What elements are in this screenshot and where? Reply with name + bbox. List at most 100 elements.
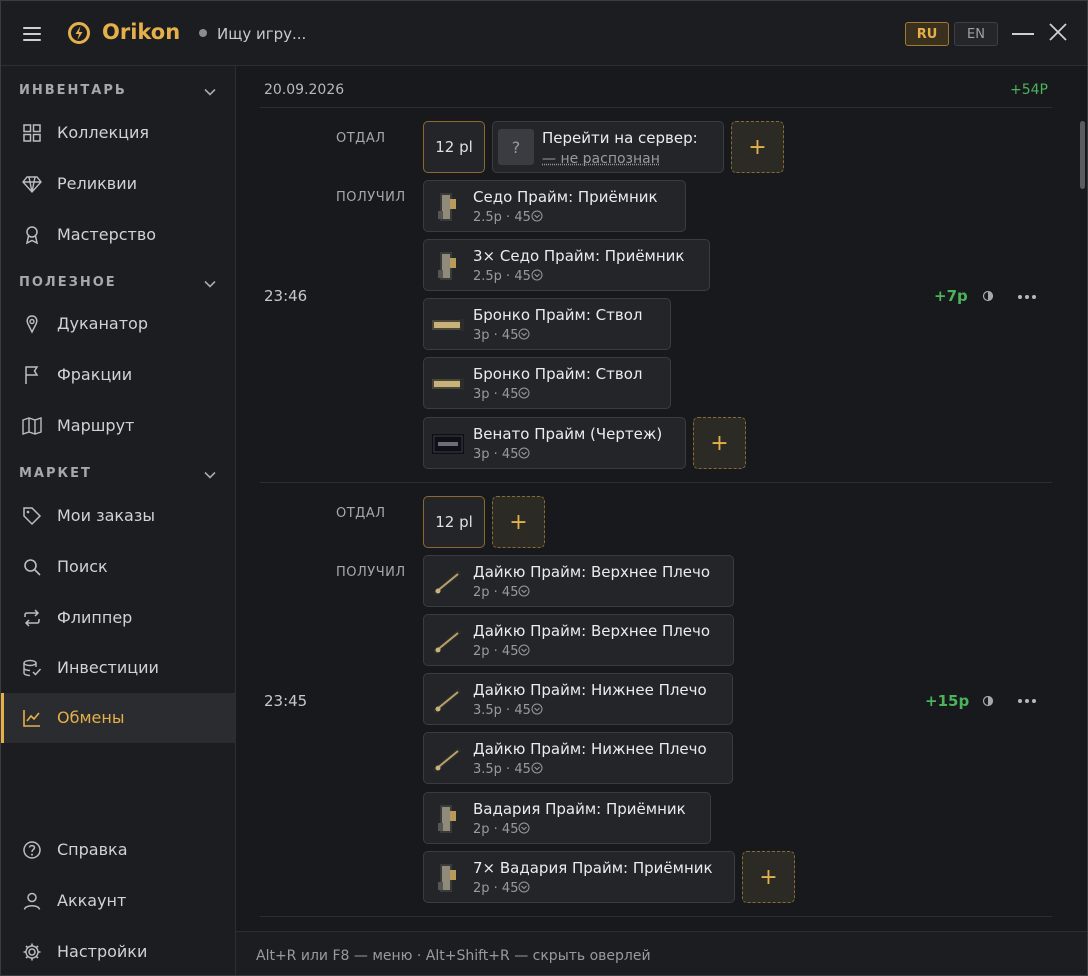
item-card[interactable]: 7× Вадария Прайм: Приёмник 2р · 45 — [423, 851, 735, 903]
plat-chip[interactable]: 12 pl — [423, 496, 485, 548]
logo-icon — [68, 22, 90, 44]
section-inventory[interactable]: ИНВЕНТАРЬ — [19, 83, 219, 103]
sidebar-item-flipper[interactable]: Флиппер — [1, 593, 235, 643]
mastery-rank-icon — [518, 387, 530, 399]
barrel-part-icon — [432, 319, 464, 331]
section-useful[interactable]: ПОЛЕЗНОЕ — [19, 275, 219, 295]
got-label: ПОЛУЧИЛ — [336, 190, 406, 205]
sidebar-item-settings[interactable]: Настройки — [1, 927, 235, 975]
mastery-rank-icon — [518, 822, 530, 834]
close-icon[interactable] — [1048, 22, 1068, 42]
item-card[interactable]: 3× Седо Прайм: Приёмник 2.5р · 45 — [423, 239, 710, 291]
item-meta: 2р · 45 — [473, 822, 530, 837]
sidebar-item-factions[interactable]: Фракции — [1, 350, 235, 400]
hotkey-hint: Alt+R или F8 — меню · Alt+Shift+R — скры… — [256, 948, 651, 964]
sidebar-item-account[interactable]: Аккаунт — [1, 876, 235, 926]
half-circle-icon[interactable] — [982, 290, 994, 302]
item-card[interactable]: Вадария Прайм: Приёмник 2р · 45 — [423, 792, 711, 844]
item-card[interactable]: Дайкю Прайм: Нижнее Плечо 3.5р · 45 — [423, 673, 733, 725]
more-options-icon[interactable] — [1017, 294, 1037, 300]
mastery-rank-icon — [518, 328, 530, 340]
item-card[interactable]: Дайкю Прайм: Нижнее Плечо 3.5р · 45 — [423, 732, 733, 784]
sidebar-item-relics[interactable]: Реликвии — [1, 159, 235, 209]
sidebar-item-help[interactable]: Справка — [1, 825, 235, 875]
item-meta: 2.5р · 45 — [473, 210, 543, 225]
item-card[interactable]: Бронко Прайм: Ствол 3р · 45 — [423, 357, 671, 409]
sidebar-item-label: Флиппер — [57, 608, 133, 627]
chevron-down-icon — [204, 471, 216, 479]
sidebar-item-ducanator[interactable]: Дуканатор — [1, 299, 235, 349]
scrollbar-thumb[interactable] — [1080, 121, 1085, 189]
sidebar-item-my-orders[interactable]: Мои заказы — [1, 491, 235, 541]
mastery-rank-icon — [531, 703, 543, 715]
add-button[interactable]: + — [731, 121, 784, 173]
sidebar-item-investments[interactable]: Инвестиции — [1, 643, 235, 693]
item-card[interactable]: Дайкю Прайм: Верхнее Плечо 2р · 45 — [423, 555, 734, 607]
section-title: МАРКЕТ — [19, 466, 92, 481]
repeat-icon — [24, 609, 40, 627]
sidebar-item-collection[interactable]: Коллекция — [1, 108, 235, 158]
item-meta: 2р · 45 — [473, 644, 530, 659]
lang-en-button[interactable]: EN — [954, 22, 998, 46]
minimize-icon[interactable] — [1012, 26, 1034, 42]
sidebar-item-label: Аккаунт — [57, 891, 127, 910]
chevron-down-icon — [204, 280, 216, 288]
item-card[interactable]: Бронко Прайм: Ствол 3р · 45 — [423, 298, 671, 350]
bow-limb-icon — [432, 629, 462, 655]
map-pin-icon — [26, 315, 38, 334]
more-options-icon[interactable] — [1017, 698, 1037, 704]
sidebar-item-label: Мастерство — [57, 225, 157, 244]
add-button[interactable]: + — [742, 851, 795, 903]
add-button[interactable]: + — [693, 417, 746, 469]
sidebar-item-search[interactable]: Поиск — [1, 542, 235, 592]
divider — [260, 482, 1052, 483]
item-meta: 3р · 45 — [473, 328, 530, 343]
gem-icon — [22, 176, 42, 194]
item-name: 7× Вадария Прайм: Приёмник — [473, 859, 713, 877]
receiver-part-icon — [438, 193, 456, 221]
receiver-part-icon — [438, 805, 456, 833]
sidebar-item-label: Коллекция — [57, 123, 150, 142]
item-name: 3× Седо Прайм: Приёмник — [473, 247, 685, 265]
help-icon — [23, 841, 41, 859]
mastery-rank-icon — [518, 644, 530, 656]
sidebar-item-label: Дуканатор — [57, 314, 148, 333]
add-button[interactable]: + — [492, 496, 545, 548]
bow-limb-icon — [432, 747, 462, 773]
menu-icon[interactable] — [23, 27, 41, 41]
plat-chip[interactable]: 12 pl — [423, 121, 485, 173]
item-name: Дайкю Прайм: Верхнее Плечо — [473, 622, 711, 640]
sidebar-item-label: Реликвии — [57, 174, 138, 193]
status-dot-icon — [199, 29, 207, 37]
item-name: Дайкю Прайм: Нижнее Плечо — [473, 740, 707, 758]
sidebar-item-label: Инвестиции — [57, 658, 159, 677]
half-circle-icon[interactable] — [982, 695, 994, 707]
sidebar-item-trades[interactable]: Обмены — [1, 693, 235, 743]
receiver-part-icon — [438, 864, 456, 892]
medal-icon — [25, 226, 39, 245]
gave-label: ОТДАЛ — [336, 131, 386, 146]
sidebar-item-label: Фракции — [57, 365, 133, 384]
receiver-part-icon — [438, 252, 456, 280]
item-card[interactable]: Седо Прайм: Приёмник 2.5р · 45 — [423, 180, 686, 232]
trades-list: 20.09.2026 +54Р ОТДАЛ 12 pl ? Перейти на… — [236, 66, 1087, 931]
sidebar-item-route[interactable]: Маршрут — [1, 401, 235, 451]
item-card[interactable]: Дайкю Прайм: Верхнее Плечо 2р · 45 — [423, 614, 734, 666]
item-card[interactable]: Венато Прайм (Чертеж) 3р · 45 — [423, 417, 686, 469]
flag-icon — [25, 366, 39, 384]
section-market[interactable]: МАРКЕТ — [19, 466, 219, 486]
barrel-part-icon — [432, 378, 464, 390]
section-title: ИНВЕНТАРЬ — [19, 83, 127, 98]
game-status: Ищу игру... — [217, 25, 307, 43]
question-icon: ? — [498, 129, 534, 165]
sidebar-item-mastery[interactable]: Мастерство — [1, 210, 235, 260]
item-name: Седо Прайм: Приёмник — [473, 188, 658, 206]
blueprint-icon — [432, 434, 464, 454]
title-bar: Orikon Ищу игру... RU EN — [1, 1, 1087, 66]
lang-ru-button[interactable]: RU — [905, 22, 949, 46]
item-name: Венато Прайм (Чертеж) — [473, 425, 663, 443]
item-name: Дайкю Прайм: Нижнее Плечо — [473, 681, 707, 699]
trade-profit: +7р — [934, 287, 968, 305]
mastery-rank-icon — [531, 269, 543, 281]
unknown-item-card[interactable]: ? Перейти на сервер: — не распознан — [492, 121, 724, 173]
